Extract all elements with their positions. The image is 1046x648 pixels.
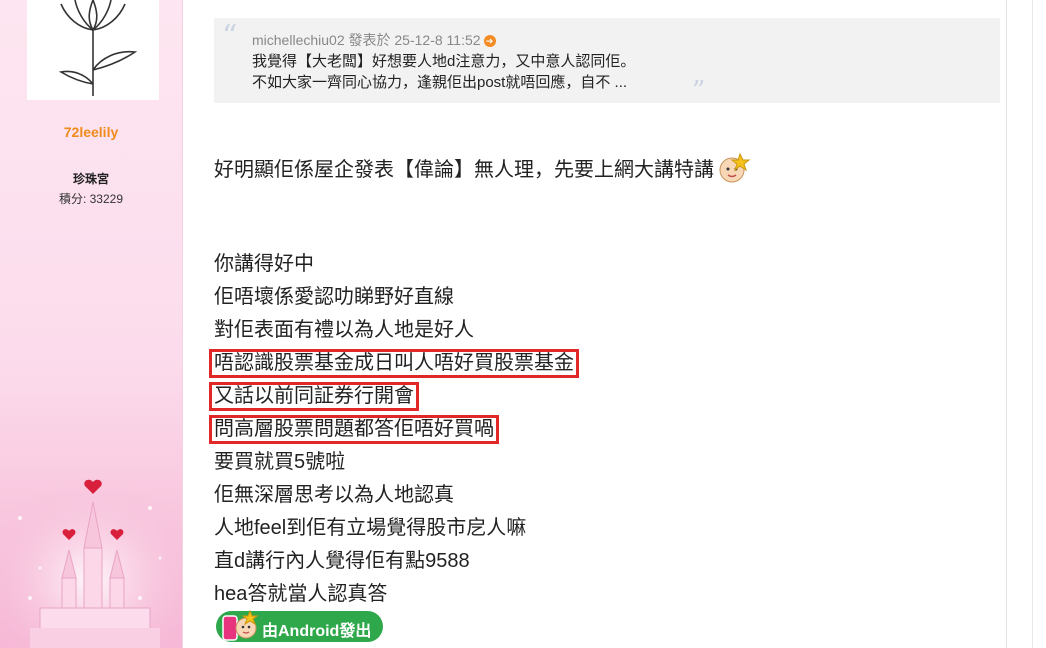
post-lead-text: 好明顯佢係屋企發表【偉論】無人理，先要上網大講特講 [214,159,714,181]
avatar[interactable] [27,0,159,100]
post-line: hea答就當人認真答 [214,583,388,605]
post-line-highlighted: 唔認識股票基金成日叫人唔好買股票基金 [209,347,579,380]
post-line: 對佢表面有禮以為人地是好人 [214,319,474,341]
quote-meta: michellechiu02 發表於 25-12-8 11:52 ➔ [252,30,496,50]
android-badge-label: 由Android發出 [262,623,372,640]
android-source-badge[interactable]: 由Android發出 [216,609,383,642]
quote-close-icon: ” [692,76,706,106]
quote-line-2: 不如大家一齊同心協力，逢親佢出post就唔回應，自不 ... [252,74,628,91]
castle-decoration-icon [0,478,182,648]
jump-to-post-icon[interactable]: ➔ [483,35,496,47]
post-line: 人地feel到佢有立場覺得股市戹人嘛 [214,517,527,539]
quote-open-icon: “ [222,19,238,54]
lily-flower-icon [58,0,138,96]
post-line: 要買就買5號啦 [214,451,346,473]
post-line-highlighted: 又話以前同証券行開會 [209,380,579,413]
user-sidebar: 72leelily 珍珠宮 積分: 33229 [0,0,183,648]
user-group: 珍珠宮 [72,172,109,186]
post-line: 佢唔壞係愛認叻睇野好直線 [214,286,454,308]
post-line-highlighted: 問高層股票問題都答佢唔好買喎 [209,413,579,446]
post-body: 你講得好中 佢唔壞係愛認叻睇野好直線 對佢表面有禮以為人地是好人 唔認識股票基金… [209,248,579,611]
android-baby-icon [222,609,259,641]
user-credits: 積分: 33229 [58,192,124,206]
quote-author-time: michellechiu02 發表於 25-12-8 11:52 [252,32,481,48]
baby-emoji-icon [719,152,751,183]
post-line: 直d講行內人覺得佢有點9588 [214,550,470,572]
username-link[interactable]: 72leelily [0,124,182,140]
right-gutter [1006,0,1046,648]
quote-block: “ michellechiu02 發表於 25-12-8 11:52 ➔ 我覺得【… [214,18,1000,106]
post-line: 佢無深層思考以為人地認真 [214,484,454,506]
quote-line-1: 我覺得【大老闆】好想要人地d注意力，又中意人認同佢。 [252,53,636,70]
post-lead-line: 好明顯佢係屋企發表【偉論】無人理，先要上網大講特講 [214,150,752,184]
post-line: 你講得好中 [214,253,314,275]
gutter-divider [1032,0,1033,648]
